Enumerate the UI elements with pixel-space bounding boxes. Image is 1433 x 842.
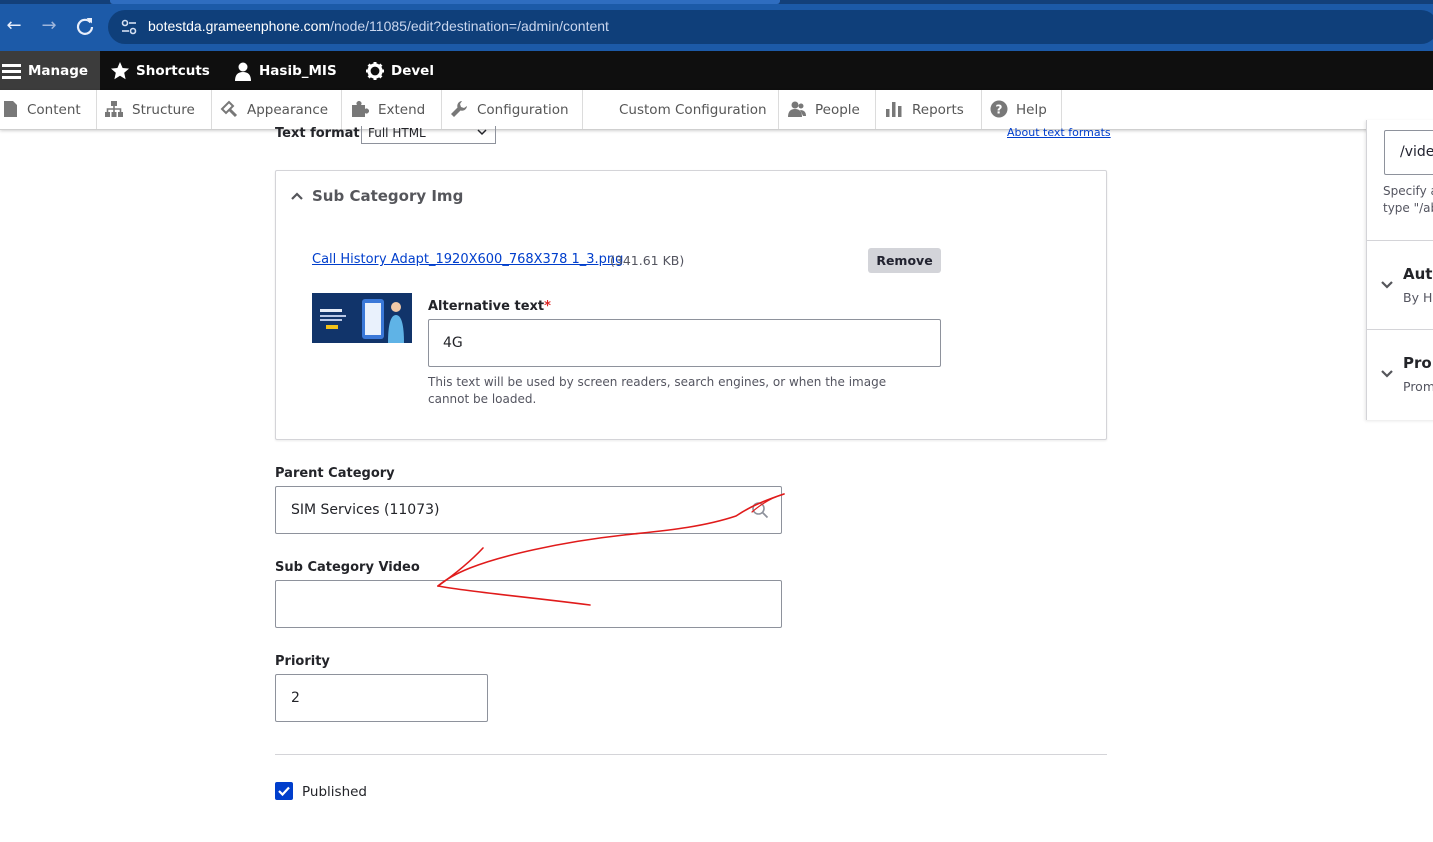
tray-item-help[interactable]: ? Help	[982, 90, 1062, 129]
sub-category-img-fieldset: Sub Category Img Call History Adapt_1920…	[275, 170, 1107, 440]
admin-tray: Content Structure Appearance Extend Conf…	[0, 90, 1433, 130]
alt-text-label: Alternative text*	[428, 299, 551, 314]
toolbar-devel-label: Devel	[391, 62, 434, 79]
help-icon: ?	[990, 100, 1008, 118]
browser-bar: ← → botestda.grameenphone.com/node/11085…	[0, 0, 1433, 52]
bar-chart-icon	[886, 102, 902, 117]
image-file-link[interactable]: Call History Adapt_1920X600_768X378 1_3.…	[312, 252, 623, 267]
parent-category-value: SIM Services (11073)	[291, 502, 440, 518]
checkmark-icon	[278, 786, 290, 797]
tray-item-label: Custom Configuration	[619, 101, 767, 118]
text-format-label: Text format	[275, 126, 360, 141]
address-url[interactable]: botestda.grameenphone.com/node/11085/edi…	[148, 18, 609, 34]
toolbar-manage-label: Manage	[28, 62, 89, 79]
toolbar-devel[interactable]: Devel	[365, 51, 434, 90]
url-alias-help: Specify a type "/ab	[1383, 184, 1433, 215]
parent-category-label: Parent Category	[275, 466, 395, 481]
browser-tab-strip	[0, 0, 1433, 4]
sub-category-video-input[interactable]	[275, 580, 782, 628]
tray-item-label: Reports	[912, 101, 964, 118]
sidebar-separator	[1367, 329, 1433, 330]
url-alias-input[interactable]: /vide	[1384, 130, 1433, 175]
tray-item-label: People	[815, 101, 860, 118]
url-path: /node/11085/edit?destination=/admin/cont…	[330, 18, 609, 34]
tray-item-content[interactable]: Content	[0, 90, 97, 129]
about-text-formats-link[interactable]: About text formats	[1007, 126, 1111, 139]
toolbar-shortcuts-label: Shortcuts	[136, 62, 210, 79]
chevron-up-icon[interactable]	[290, 191, 304, 201]
text-format-select[interactable]: Full HTML	[361, 126, 496, 144]
document-icon	[4, 101, 17, 117]
required-mark: *	[544, 299, 551, 314]
sidebar-separator	[1367, 240, 1433, 241]
tray-item-label: Help	[1016, 101, 1047, 118]
forward-arrow-icon[interactable]: →	[37, 14, 61, 38]
tray-item-reports[interactable]: Reports	[876, 90, 982, 129]
paint-brush-icon	[220, 100, 238, 118]
text-format-value: Full HTML	[368, 126, 426, 140]
chevron-down-icon[interactable]	[1380, 369, 1394, 379]
chevron-down-icon	[477, 129, 487, 136]
sub-category-img-title[interactable]: Sub Category Img	[312, 187, 463, 205]
reload-icon[interactable]	[73, 14, 97, 38]
address-bar[interactable]: botestda.grameenphone.com/node/11085/edi…	[108, 10, 1433, 44]
tray-item-extend[interactable]: Extend	[342, 90, 442, 129]
puzzle-icon	[352, 101, 369, 117]
priority-label: Priority	[275, 654, 330, 669]
user-icon	[235, 62, 251, 81]
promotion-options-title[interactable]: Pron	[1403, 354, 1433, 372]
sub-category-video-label: Sub Category Video	[275, 560, 420, 575]
chevron-down-icon[interactable]	[1380, 280, 1394, 290]
meta-sidebar: /vide Specify atype "/ab Auth By H Pron …	[1366, 120, 1433, 420]
toolbar-user[interactable]: Hasib_MIS	[233, 51, 337, 90]
tray-item-label: Content	[27, 101, 81, 118]
tray-item-label: Structure	[132, 101, 195, 118]
url-host: botestda.grameenphone.com	[148, 18, 331, 34]
hamburger-menu-icon	[2, 64, 21, 79]
image-file-size: (341.61 KB)	[610, 253, 685, 268]
published-label[interactable]: Published	[302, 784, 367, 800]
people-icon	[788, 101, 806, 117]
tray-item-configuration[interactable]: Configuration	[442, 90, 583, 129]
star-icon	[111, 62, 129, 80]
authoring-info-title[interactable]: Auth	[1403, 265, 1433, 283]
sitemap-icon	[105, 101, 123, 117]
published-checkbox[interactable]	[275, 782, 293, 800]
tray-item-custom-configuration[interactable]: Custom Configuration	[583, 90, 779, 129]
alt-text-help: This text will be used by screen readers…	[428, 375, 887, 406]
toolbar-shortcuts[interactable]: Shortcuts	[110, 51, 210, 90]
tray-item-label: Appearance	[247, 101, 329, 118]
authoring-info-summary: By H	[1403, 290, 1433, 305]
tray-item-label: Extend	[378, 101, 426, 118]
search-icon	[752, 502, 769, 519]
priority-input[interactable]: 2	[275, 674, 488, 722]
wrench-icon	[451, 101, 467, 117]
admin-toolbar: Manage Shortcuts Hasib_MIS Devel	[0, 51, 1433, 90]
tray-item-structure[interactable]: Structure	[97, 90, 212, 129]
image-thumbnail	[312, 293, 412, 343]
form-divider	[275, 754, 1107, 755]
gear-icon	[366, 62, 384, 80]
toolbar-manage[interactable]: Manage	[0, 51, 100, 90]
site-settings-icon[interactable]	[120, 18, 138, 36]
svg-text:?: ?	[996, 103, 1003, 117]
toolbar-user-label: Hasib_MIS	[259, 62, 337, 79]
tray-item-label: Configuration	[477, 101, 569, 118]
promotion-options-summary: Prom	[1403, 379, 1433, 394]
parent-category-input[interactable]: SIM Services (11073)	[275, 486, 782, 534]
alt-text-input[interactable]: 4G	[428, 319, 941, 367]
tray-item-appearance[interactable]: Appearance	[212, 90, 342, 129]
back-arrow-icon[interactable]: ←	[2, 14, 26, 38]
remove-button[interactable]: Remove	[868, 248, 941, 273]
tray-item-people[interactable]: People	[779, 90, 876, 129]
